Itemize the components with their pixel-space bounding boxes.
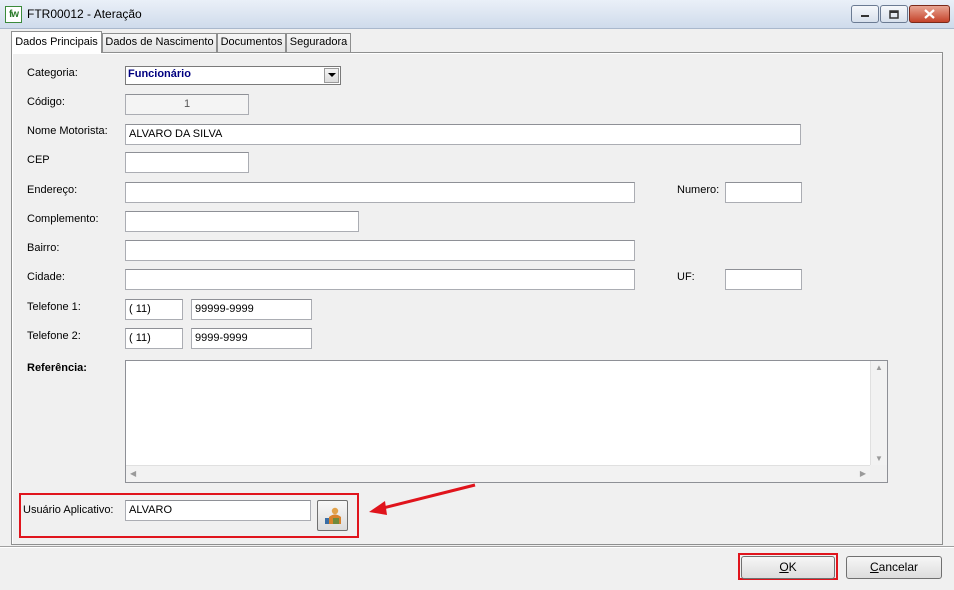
- complemento-label: Complemento:: [27, 213, 99, 225]
- usuario-aplicativo-label: Usuário Aplicativo:: [23, 504, 114, 516]
- red-arrow-annotation: [369, 483, 476, 515]
- tab-dados-principais[interactable]: Dados Principais: [11, 31, 102, 53]
- scroll-down-icon[interactable]: ▼: [875, 454, 883, 463]
- cep-field[interactable]: [125, 152, 249, 173]
- cancel-button[interactable]: Cancelar: [846, 556, 942, 579]
- telefone2-ddd-field[interactable]: ( 11): [125, 328, 183, 349]
- user-picker-button[interactable]: [317, 500, 348, 531]
- usuario-aplicativo-field[interactable]: ALVARO: [125, 500, 311, 521]
- telefone1-numero-field[interactable]: 99999-9999: [191, 299, 312, 320]
- codigo-field: 1: [125, 94, 249, 115]
- window-title: FTR00012 - Ateração: [27, 7, 142, 21]
- nome-motorista-label: Nome Motorista:: [27, 125, 108, 137]
- cidade-label: Cidade:: [27, 271, 65, 283]
- numero-field[interactable]: [725, 182, 802, 203]
- scroll-up-icon[interactable]: ▲: [875, 363, 883, 372]
- numero-label: Numero:: [677, 184, 720, 196]
- maximize-icon: [889, 9, 899, 19]
- minimize-button[interactable]: [851, 5, 879, 23]
- categoria-value: Funcionário: [128, 68, 191, 80]
- nome-motorista-field[interactable]: ALVARO DA SILVA: [125, 124, 801, 145]
- cidade-field[interactable]: [125, 269, 635, 290]
- telefone1-label: Telefone 1:: [27, 301, 81, 313]
- user-picker-icon: [324, 507, 341, 524]
- app-icon: fw: [5, 6, 22, 23]
- bairro-field[interactable]: [125, 240, 635, 261]
- endereco-label: Endereço:: [27, 184, 78, 196]
- minimize-icon: [861, 15, 869, 17]
- tab-documentos[interactable]: Documentos: [217, 33, 286, 52]
- scroll-right-icon[interactable]: ▶: [860, 469, 866, 478]
- endereco-field[interactable]: [125, 182, 635, 203]
- telefone1-ddd-field[interactable]: ( 11): [125, 299, 183, 320]
- cep-label: CEP: [27, 154, 50, 166]
- dropdown-arrow-button[interactable]: [324, 68, 339, 83]
- telefone2-numero-field[interactable]: 9999-9999: [191, 328, 312, 349]
- complemento-field[interactable]: [125, 211, 359, 232]
- vertical-scrollbar[interactable]: ▲ ▼: [870, 361, 887, 465]
- referencia-label: Referência:: [27, 362, 87, 374]
- maximize-button[interactable]: [880, 5, 908, 23]
- scroll-left-icon[interactable]: ◀: [130, 469, 136, 478]
- dropdown-arrow-icon: [327, 73, 336, 77]
- close-button[interactable]: [909, 5, 950, 23]
- horizontal-scrollbar[interactable]: ◀ ▶: [126, 465, 870, 482]
- uf-label: UF:: [677, 271, 695, 283]
- tab-seguradora[interactable]: Seguradora: [286, 33, 351, 52]
- codigo-label: Código:: [27, 96, 65, 108]
- tab-dados-de-nascimento[interactable]: Dados de Nascimento: [102, 33, 217, 52]
- scroll-corner: [870, 465, 887, 482]
- categoria-select[interactable]: Funcionário: [125, 66, 341, 85]
- bottom-separator: [0, 546, 954, 548]
- uf-field[interactable]: [725, 269, 802, 290]
- close-icon: [924, 9, 935, 19]
- bairro-label: Bairro:: [27, 242, 60, 254]
- title-bar: fw FTR00012 - Ateração: [0, 0, 954, 29]
- ok-button[interactable]: OK: [741, 556, 835, 579]
- telefone2-label: Telefone 2:: [27, 330, 81, 342]
- referencia-textarea[interactable]: ▲ ▼ ◀ ▶: [125, 360, 888, 483]
- categoria-label: Categoria:: [27, 67, 78, 79]
